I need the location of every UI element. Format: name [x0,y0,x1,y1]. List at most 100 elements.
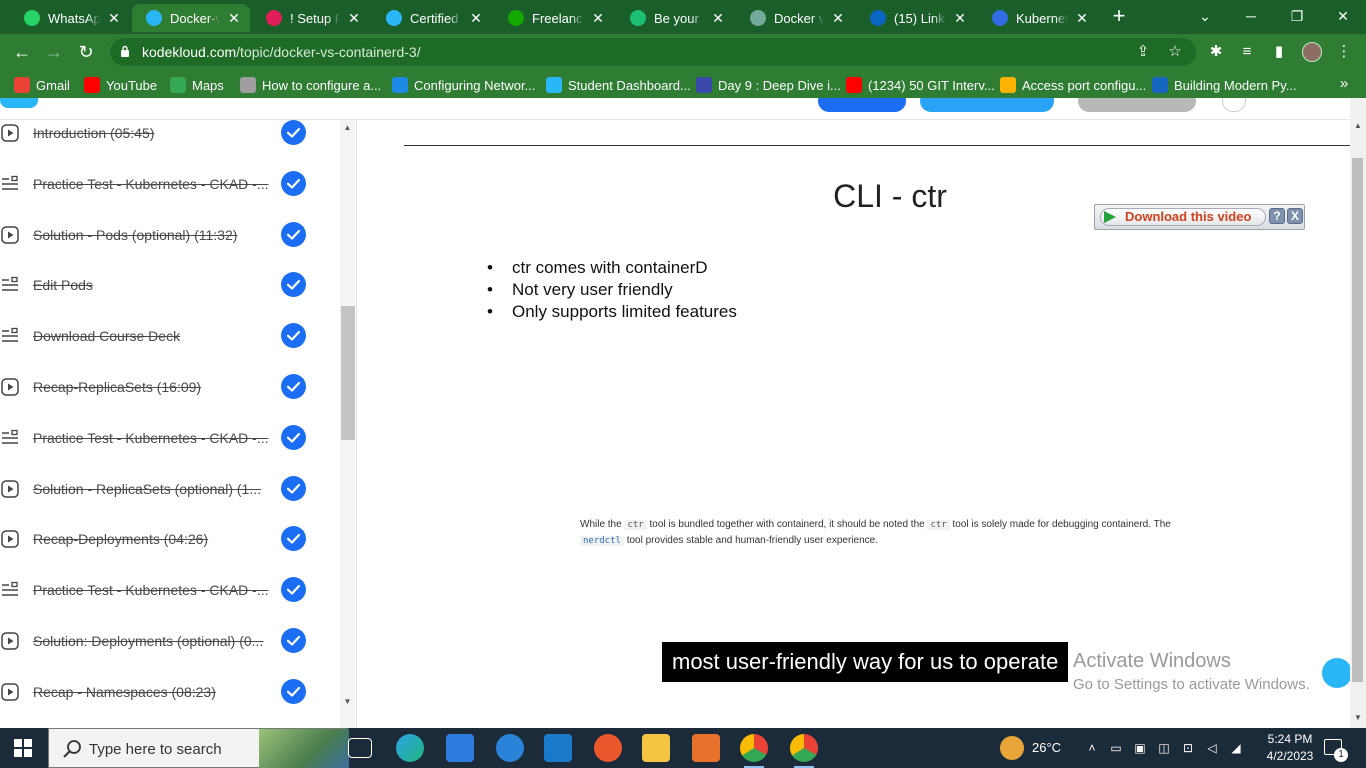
extensions-icon[interactable]: ✱ [1206,42,1226,62]
edge-icon[interactable] [396,734,424,762]
tab-close-icon[interactable]: ✕ [106,10,122,27]
address-bar[interactable]: kodekloud.com/topic/docker-vs-containerd… [110,38,1196,66]
forward-arrow-icon[interactable]: → [42,40,66,64]
help-button[interactable]: ? [1269,208,1285,224]
lesson-item[interactable]: Solution: Deployments (optional) (0... [0,628,340,678]
url-text[interactable]: kodekloud.com/topic/docker-vs-containerd… [142,44,421,60]
browser-tab[interactable]: Docker-vs- ✕ [132,4,250,32]
browser-tab[interactable]: Certified K ✕ [372,4,492,32]
share-icon[interactable]: ⇪ [1134,43,1152,61]
taskbar-search[interactable]: Type here to search [48,728,349,768]
bookmark-item[interactable]: Building Modern Py... [1152,76,1297,94]
bookmark-item[interactable]: YouTube [84,76,157,94]
tab-search-chevron-icon[interactable]: ⌄ [1182,0,1228,34]
tray-app-icon[interactable]: ▣ [1132,740,1148,756]
tray-app-icon[interactable]: ⊡ [1180,740,1196,756]
file-explorer-icon[interactable] [642,734,670,762]
browser-tab[interactable]: Be your aw ✕ [616,4,734,32]
tab-close-icon[interactable]: ✕ [1074,10,1090,27]
play-icon [1104,211,1116,223]
tab-close-icon[interactable]: ✕ [952,10,968,27]
lesson-item[interactable]: Practice Test - Kubernetes - CKAD -... [0,424,340,475]
bookmark-item[interactable]: Student Dashboard... [546,76,691,94]
bookmark-item[interactable]: (1234) 50 GIT Interv... [846,76,995,94]
menu-kebab-icon[interactable]: ⋮ [1334,42,1354,62]
lesson-item[interactable]: Recap-Deployments (04:26) [0,526,340,576]
weather-icon[interactable] [1000,736,1024,760]
bookmark-item[interactable]: Maps [170,76,224,94]
kodekloud-icon [146,10,162,26]
back-arrow-icon[interactable]: ← [10,40,34,64]
more-bookmarks-chevron-icon[interactable]: » [1334,74,1354,94]
chrome-icon[interactable] [790,734,818,768]
lesson-item[interactable]: Edit Pods [0,272,340,322]
header-icon[interactable] [1222,98,1246,112]
page-scroll-up-arrow-icon[interactable]: ▲ [1350,120,1366,132]
lesson-item[interactable]: Download Course Deck [0,323,340,373]
weather-temperature[interactable]: 26°C [1032,728,1061,768]
bookmark-item[interactable]: Gmail [14,76,70,94]
restore-button[interactable]: ❐ [1274,0,1320,34]
browser-tab[interactable]: Freelance ✕ [494,4,614,32]
task-view-icon[interactable] [348,738,372,758]
header-button[interactable] [920,98,1054,112]
lesson-item[interactable]: Practice Test - Kubernetes - CKAD -... [0,577,340,627]
wifi-icon[interactable]: ◢ [1228,740,1244,756]
browser-tab[interactable]: Docker vs ✕ [736,4,854,32]
network-icon[interactable]: ▭ [1108,740,1124,756]
reload-icon[interactable]: ↻ [74,40,98,64]
download-video-button[interactable]: Download this video [1100,208,1266,226]
bookmark-item[interactable]: How to configure a... [240,76,381,94]
clock[interactable]: 5:24 PM 4/2/2023 [1262,731,1318,765]
microsoft-store-icon[interactable] [446,734,474,762]
show-hidden-icons-icon[interactable]: ˄ [1084,740,1100,756]
new-tab-button[interactable]: + [1108,5,1130,27]
scroll-down-arrow-icon[interactable]: ▼ [340,696,355,708]
browser-tab[interactable]: ! Setup Pe ✕ [252,4,370,32]
tab-close-icon[interactable]: ✕ [468,10,484,27]
reading-list-icon[interactable]: ≡ [1237,42,1257,62]
lesson-item[interactable]: Practice Test - Kubernetes - CKAD -... [0,170,340,221]
lesson-item[interactable]: Solution - ReplicaSets (optional) (1... [0,475,340,526]
header-button[interactable] [1078,98,1196,112]
volume-icon[interactable]: ◁ [1204,740,1220,756]
lesson-item[interactable]: Introduction (05:45) [0,120,340,170]
page-scroll-down-arrow-icon[interactable]: ▼ [1350,712,1366,724]
bookmark-item[interactable]: Configuring Networ... [392,76,535,94]
tab-close-icon[interactable]: ✕ [226,10,242,27]
browser-tab[interactable]: WhatsApp ✕ [10,4,130,32]
browser-tab[interactable]: Kubernete ✕ [978,4,1098,32]
minimize-button[interactable]: ─ [1228,0,1274,34]
site-logo[interactable] [0,98,38,108]
bookmark-label: Access port configu... [1022,77,1147,93]
windows-start-icon[interactable] [14,739,32,757]
tab-close-icon[interactable]: ✕ [710,10,726,27]
chrome-icon[interactable] [740,734,768,768]
browser-tab[interactable]: (15) Linked ✕ [856,4,976,32]
app-icon[interactable] [692,734,720,762]
close-download-button[interactable]: X [1287,208,1303,224]
tab-close-icon[interactable]: ✕ [590,10,606,27]
close-window-button[interactable]: ✕ [1320,0,1366,34]
tray-app-icon[interactable]: ◫ [1156,740,1172,756]
profile-avatar[interactable] [1302,42,1322,62]
side-panel-icon[interactable]: ▮ [1269,42,1289,62]
app-icon[interactable] [594,734,622,762]
skype-icon[interactable] [496,734,524,762]
lesson-item[interactable]: Recap - Namespaces (08:23) [0,678,340,728]
lesson-item[interactable]: Solution - Pods (optional) (11:32) [0,221,340,272]
chat-bubble-icon[interactable] [1322,658,1352,688]
sidebar-scrollbar-thumb[interactable] [341,306,355,440]
tab-close-icon[interactable]: ✕ [830,10,846,27]
play-circle-icon [1,378,19,396]
bookmark-star-icon[interactable]: ☆ [1166,43,1184,61]
bookmark-item[interactable]: Day 9 : Deep Dive i... [696,76,841,94]
scroll-up-arrow-icon[interactable]: ▲ [340,122,355,134]
lesson-item[interactable]: Recap-ReplicaSets (16:09) [0,374,340,424]
completed-check-icon [281,272,306,298]
bookmark-item[interactable]: Access port configu... [1000,76,1146,94]
mail-icon[interactable] [544,734,572,762]
tab-close-icon[interactable]: ✕ [346,10,362,27]
header-button[interactable] [818,98,906,112]
page-scrollbar-thumb[interactable] [1352,158,1363,682]
